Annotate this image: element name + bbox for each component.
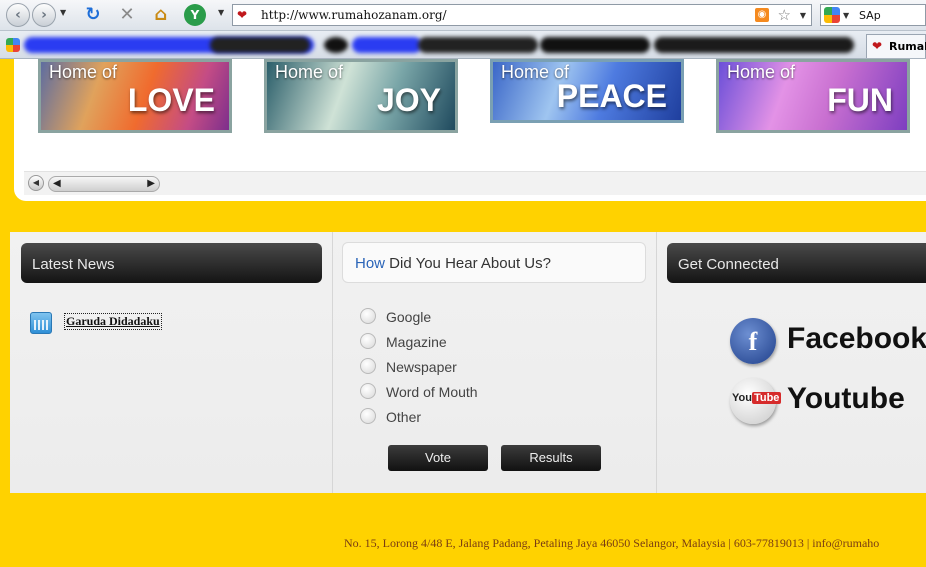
radio-button[interactable] — [360, 383, 376, 399]
browser-toolbar: ‹ › ▼ ↻ ✕ ⌂ Y ▼ ❤ http://www.rumahozanam… — [0, 0, 926, 31]
youtube-logo: You Tube — [732, 392, 782, 404]
blurred-bookmark[interactable] — [352, 37, 422, 53]
banner-fun[interactable]: Home of FUN — [716, 59, 910, 133]
home-icon[interactable]: ⌂ — [150, 4, 172, 26]
calendar-icon — [30, 312, 52, 334]
column-divider — [656, 232, 657, 493]
results-button[interactable]: Results — [501, 445, 601, 471]
banner-word: JOY — [376, 82, 441, 118]
yahoo-dropdown-icon[interactable]: ▼ — [218, 8, 224, 17]
horizontal-scrollbar[interactable]: ◀ ◀ ▶ — [24, 171, 926, 195]
address-bar[interactable]: ❤ http://www.rumahozanam.org/ ◉ ☆ ▼ — [232, 4, 812, 26]
banner-home-text: Home of — [49, 62, 118, 82]
banner-love[interactable]: Home of LOVE — [38, 59, 232, 133]
tab-label: Rumah — [889, 40, 926, 53]
forward-button[interactable]: › — [32, 3, 56, 27]
reload-icon[interactable]: ↻ — [82, 4, 104, 26]
banner-peace[interactable]: Home of PEACE — [490, 59, 684, 123]
radio-button[interactable] — [360, 333, 376, 349]
yahoo-toolbar-icon[interactable]: Y — [184, 4, 206, 26]
footer-contact: No. 15, Lorong 4/48 E, Jalang Padang, Pe… — [344, 536, 880, 550]
radio-button[interactable] — [360, 358, 376, 374]
blurred-bookmark[interactable] — [654, 37, 854, 53]
scroll-right-icon[interactable]: ▶ — [147, 178, 155, 189]
banner-joy[interactable]: Home of JOY — [264, 59, 458, 133]
search-input[interactable]: SAp — [859, 9, 881, 22]
latest-news-header: Latest News — [21, 243, 322, 283]
site-favicon-icon: ❤ — [237, 8, 248, 22]
poll-option-label: Word of Mouth — [386, 384, 478, 400]
poll-header: How Did You Hear About Us? — [342, 242, 646, 283]
google-search-icon[interactable] — [824, 7, 840, 23]
active-tab[interactable]: ❤ Rumah — [866, 34, 926, 58]
search-box[interactable]: ▼ SAp — [820, 4, 926, 26]
back-button[interactable]: ‹ — [6, 3, 30, 27]
bookmark-star-icon[interactable]: ☆ — [778, 6, 791, 24]
banner-word: FUN — [827, 82, 893, 118]
poll-title-accent: How — [355, 255, 386, 272]
banner-home-text: Home of — [727, 62, 796, 82]
poll-title-rest: Did You Hear About Us? — [385, 255, 551, 272]
rss-icon[interactable]: ◉ — [755, 8, 769, 22]
content-band: Latest News Garuda Didadaku How Did You … — [10, 232, 926, 493]
vote-button[interactable]: Vote — [388, 445, 488, 471]
banner-home-text: Home of — [275, 62, 344, 82]
radio-button[interactable] — [360, 308, 376, 324]
search-engine-dropdown-icon[interactable]: ▼ — [843, 11, 849, 20]
facebook-label[interactable]: Facebook — [787, 322, 926, 356]
google-bookmark-icon[interactable] — [6, 38, 20, 52]
get-connected-header: Get Connected — [667, 243, 926, 283]
scroll-rewind-icon[interactable]: ◀ — [28, 175, 44, 191]
blurred-bookmark[interactable] — [418, 37, 538, 53]
url-text[interactable]: http://www.rumahozanam.org/ — [261, 8, 447, 22]
scroll-track[interactable]: ◀ ▶ — [48, 176, 160, 192]
banner-word: LOVE — [127, 82, 215, 118]
youtube-label[interactable]: Youtube — [787, 382, 905, 416]
news-link[interactable]: Garuda Didadaku — [64, 313, 162, 330]
poll-option-label: Other — [386, 409, 422, 425]
blurred-bookmark[interactable] — [210, 37, 310, 53]
banner-word: PEACE — [556, 78, 667, 114]
scroll-left-icon[interactable]: ◀ — [53, 178, 61, 189]
blurred-bookmark[interactable] — [540, 37, 650, 53]
poll-option-label: Magazine — [386, 334, 447, 350]
facebook-glyph: f — [748, 327, 758, 356]
poll-option-label: Google — [386, 309, 432, 325]
tab-favicon-icon: ❤ — [872, 39, 883, 53]
banner-panel: Home of LOVE Home of JOY Home of PEACE H… — [14, 59, 926, 201]
history-dropdown-icon[interactable]: ▼ — [60, 8, 66, 17]
bookmarks-bar: ❤ Rumah — [0, 31, 926, 59]
stop-icon[interactable]: ✕ — [116, 4, 138, 26]
url-dropdown-icon[interactable]: ▼ — [800, 11, 806, 20]
youtube-logo-tube: Tube — [751, 392, 782, 404]
column-divider — [332, 232, 333, 493]
blurred-bookmark[interactable] — [324, 37, 348, 53]
poll-option-label: Newspaper — [386, 359, 457, 375]
radio-button[interactable] — [360, 408, 376, 424]
youtube-logo-you: You — [732, 392, 752, 404]
